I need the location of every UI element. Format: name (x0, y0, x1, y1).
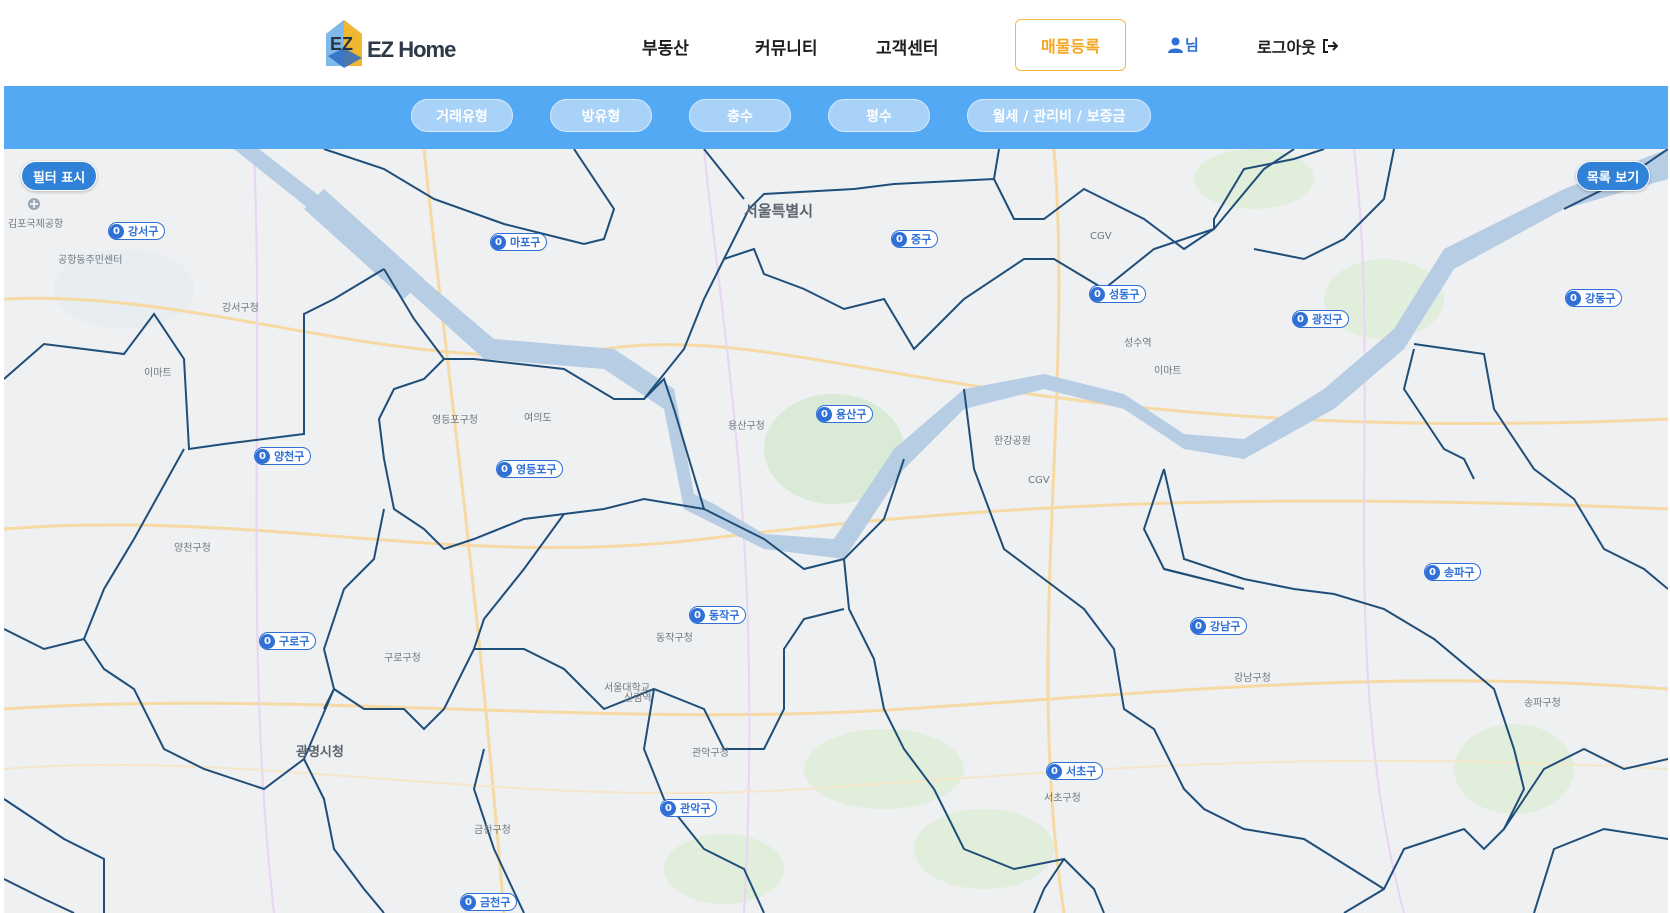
count-badge: 0 (260, 633, 275, 649)
count-badge: 0 (1566, 290, 1581, 306)
district-name: 양천구 (274, 450, 305, 463)
filter-room-type[interactable]: 방유형 (550, 99, 652, 132)
district-name: 광진구 (1312, 313, 1343, 326)
house-logo-icon: EZ (326, 20, 362, 68)
district-marker-dongjak[interactable]: 0 동작구 (689, 606, 747, 624)
poi-label: 이마트 (1154, 366, 1182, 377)
header: EZ EZ Home 부동산 커뮤니티 고객센터 매물등록 님 로그아웃 (0, 0, 1670, 86)
poi-label: CGV (1090, 231, 1112, 242)
logo-text: EZ Home (367, 37, 456, 62)
register-listing-button[interactable]: 매물등록 (1015, 19, 1126, 71)
district-name: 송파구 (1444, 566, 1475, 579)
district-marker-seocho[interactable]: 0 서초구 (1046, 762, 1104, 780)
logout-label: 로그아웃 (1257, 38, 1316, 57)
poi-label: 공항동주민센터 (58, 255, 123, 266)
svg-text:EZ: EZ (330, 34, 353, 54)
count-badge: 0 (690, 607, 705, 623)
district-marker-mapo[interactable]: 0 마포구 (490, 233, 548, 251)
poi-label: 구로구청 (384, 653, 421, 664)
poi-label: 김포국제공항 (8, 219, 64, 230)
count-badge: 0 (661, 800, 676, 816)
district-marker-yangcheon[interactable]: 0 양천구 (254, 447, 312, 465)
poi-label: 금천구청 (474, 825, 511, 836)
district-marker-junggu[interactable]: 0 중구 (891, 230, 939, 248)
poi-label: 관악구청 (692, 748, 729, 759)
count-badge: 0 (491, 234, 506, 250)
user-name-label: 님 (1185, 36, 1199, 54)
nav-customer-center[interactable]: 고객센터 (876, 34, 939, 59)
district-name: 관악구 (680, 802, 711, 815)
district-name: 용산구 (836, 408, 867, 421)
district-name: 마포구 (510, 236, 541, 249)
logout-icon (1322, 39, 1338, 53)
district-marker-guro[interactable]: 0 구로구 (259, 632, 317, 650)
district-marker-yeongdeungpo[interactable]: 0 영등포구 (496, 460, 564, 478)
poi-label: 동작구청 (656, 633, 693, 644)
filter-bar: 거래유형 방유형 층수 평수 월세 / 관리비 / 보증금 (4, 86, 1668, 149)
district-name: 서초구 (1066, 765, 1097, 778)
poi-label: 서초구청 (1044, 793, 1081, 804)
map-view[interactable]: 서울특별시 김포국제공항 공항동주민센터 강서구청 양천구청 영등포구청 구로구… (4, 149, 1668, 913)
count-badge: 0 (461, 894, 476, 910)
count-badge: 0 (892, 231, 907, 247)
count-badge: 0 (817, 406, 832, 422)
filter-floor[interactable]: 층수 (689, 99, 791, 132)
poi-label: 양천구청 (174, 543, 211, 554)
district-marker-gwanak[interactable]: 0 관악구 (660, 799, 718, 817)
city-label: 서울특별시 (744, 202, 814, 220)
district-name: 강서구 (128, 225, 159, 238)
airport-icon (28, 198, 40, 210)
user-icon (1168, 37, 1183, 53)
poi-label: 강서구청 (222, 303, 259, 314)
district-marker-geumcheon[interactable]: 0 금천구 (460, 893, 518, 911)
count-badge: 0 (1425, 564, 1440, 580)
district-name: 구로구 (279, 635, 310, 648)
poi-label: 성수역 (1124, 338, 1152, 349)
district-marker-seongdong[interactable]: 0 성동구 (1089, 285, 1147, 303)
count-badge: 0 (109, 223, 124, 239)
map-canvas (4, 149, 1668, 913)
district-name: 강동구 (1585, 292, 1616, 305)
count-badge: 0 (1047, 763, 1062, 779)
district-name: 강남구 (1210, 620, 1241, 633)
user-profile-link[interactable]: 님 (1168, 34, 1199, 55)
district-name: 금천구 (480, 896, 511, 909)
district-name: 중구 (911, 233, 932, 246)
district-marker-gangseo[interactable]: 0 강서구 (108, 222, 166, 240)
logout-button[interactable]: 로그아웃 (1257, 34, 1338, 58)
filter-area[interactable]: 평수 (828, 99, 930, 132)
filter-rent-fee-deposit[interactable]: 월세 / 관리비 / 보증금 (967, 99, 1151, 132)
district-marker-gangnam[interactable]: 0 강남구 (1190, 617, 1248, 635)
district-name: 성동구 (1109, 288, 1140, 301)
poi-label: 송파구청 (1524, 698, 1561, 709)
district-marker-songpa[interactable]: 0 송파구 (1424, 563, 1482, 581)
count-badge: 0 (1191, 618, 1206, 634)
poi-label: 광명시청 (296, 745, 344, 760)
list-view-button[interactable]: 목록 보기 (1576, 161, 1650, 191)
poi-label: 이마트 (144, 368, 172, 379)
poi-label: 신림역 (624, 693, 652, 704)
poi-label: CGV (1028, 475, 1050, 486)
district-marker-yongsan[interactable]: 0 용산구 (816, 405, 874, 423)
poi-label: 영등포구청 (432, 415, 478, 426)
poi-label: 한강공원 (994, 436, 1031, 447)
poi-label: 여의도 (524, 413, 552, 424)
count-badge: 0 (497, 461, 512, 477)
poi-label: 강남구청 (1234, 673, 1271, 684)
count-badge: 0 (1090, 286, 1105, 302)
filter-trade-type[interactable]: 거래유형 (411, 99, 513, 132)
count-badge: 0 (1293, 311, 1308, 327)
nav-community[interactable]: 커뮤니티 (755, 34, 818, 59)
district-name: 영등포구 (516, 463, 557, 476)
nav-real-estate[interactable]: 부동산 (642, 34, 689, 59)
poi-label: 용산구청 (728, 421, 765, 432)
district-name: 동작구 (709, 609, 740, 622)
district-marker-gangdong[interactable]: 0 강동구 (1565, 289, 1623, 307)
district-marker-gwangjin[interactable]: 0 광진구 (1292, 310, 1350, 328)
count-badge: 0 (255, 448, 270, 464)
show-filter-button[interactable]: 필터 표시 (21, 161, 97, 191)
